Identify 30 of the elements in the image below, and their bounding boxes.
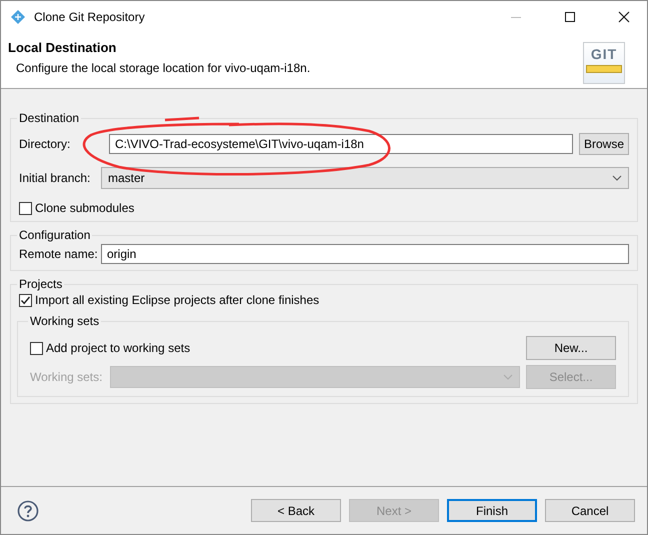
remote-name-field[interactable]: origin [101, 244, 629, 264]
branch-dropdown[interactable]: master [101, 167, 629, 189]
dialog-button[interactable]: Cancel [545, 499, 635, 522]
dialog-button[interactable]: < Back [251, 499, 341, 522]
dialog-button[interactable]: Finish [447, 499, 537, 522]
checkbox[interactable] [19, 294, 32, 306]
remote-name-label: Remote name: [19, 247, 95, 261]
branch-label: Initial branch: [19, 171, 92, 185]
group-label: Configuration [18, 228, 92, 242]
chevron-down-icon [503, 374, 513, 380]
diamond-icon [10, 8, 26, 24]
page-title: Local Destination [8, 40, 118, 55]
directory-label: Directory: [19, 137, 72, 151]
maximize-icon[interactable] [564, 10, 576, 22]
git-logo: GIT [583, 42, 625, 84]
add-to-working-sets-label: Add project to working sets [46, 341, 190, 355]
group-label: Destination [18, 111, 80, 125]
help-icon[interactable] [17, 500, 39, 522]
import-projects-label: Import all existing Eclipse projects after clone finishes [35, 293, 320, 307]
group-label: Projects [18, 277, 64, 291]
chevron-down-icon [612, 175, 622, 181]
group-label: Working sets [29, 314, 100, 328]
directory-field[interactable]: C:\VIVO-Trad-ecosysteme\GIT\vivo-uqam-i18n [109, 134, 573, 154]
close-icon[interactable] [618, 10, 630, 22]
browse-button[interactable]: Browse [578, 133, 629, 155]
clone-submodules-label: Clone submodules [35, 201, 134, 215]
window-title: Clone Git Repository [34, 10, 145, 24]
page-description: Configure the local storage location for vivo-uqam-i18n. [16, 61, 312, 75]
working-sets-label: Working sets: [30, 370, 104, 384]
checkbox[interactable] [19, 202, 32, 214]
